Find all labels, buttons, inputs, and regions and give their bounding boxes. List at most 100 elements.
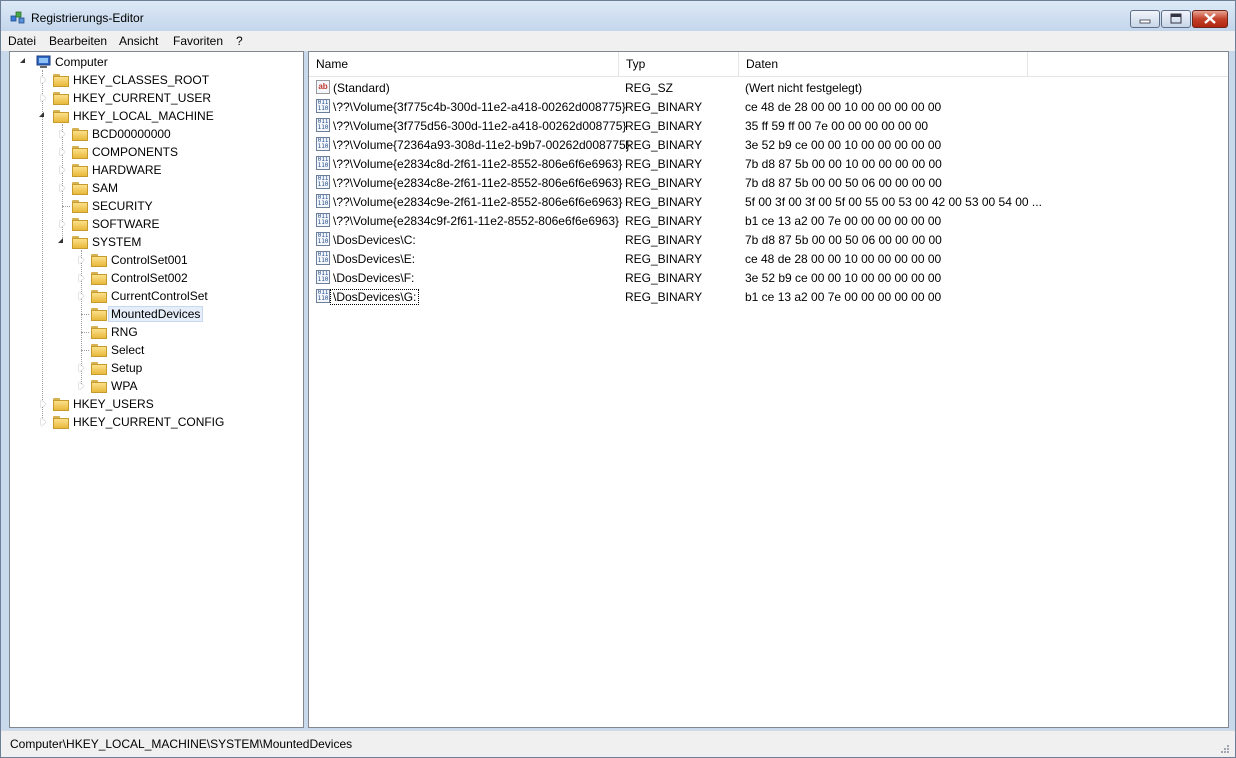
expand-arrow-icon[interactable] [79,382,84,390]
menu-bearbeiten[interactable]: Bearbeiten [49,34,107,48]
expand-arrow-icon[interactable] [41,76,46,84]
tree-item-hkey-local-machine[interactable]: HKEY_LOCAL_MACHINE [10,107,290,125]
tree-item-hkey-users[interactable]: HKEY_USERS [10,395,290,413]
value-data: 3e 52 b9 ce 00 00 10 00 00 00 00 00 [745,138,942,152]
expand-arrow-icon[interactable] [41,94,46,102]
window-title: Registrierungs-Editor [31,11,144,25]
value-row[interactable]: 011 110 \??\Volume{e2834c8e-2f61-11e2-855… [309,173,1228,192]
folder-icon [53,398,69,411]
tree-label: HKEY_CURRENT_USER [73,91,212,105]
value-row[interactable]: 011 110 \DosDevices\C: REG_BINARY 7b d8 8… [309,230,1228,249]
value-list[interactable]: Name Typ Daten ab (Standard) REG_SZ (Wer… [308,51,1229,728]
value-type: REG_BINARY [625,233,703,247]
tree-item-sam[interactable]: SAM [10,179,290,197]
value-data: b1 ce 13 a2 00 7e 00 00 00 00 00 00 [745,214,942,228]
folder-icon [72,200,88,213]
tree-item-hardware[interactable]: HARDWARE [10,161,290,179]
expand-arrow-icon[interactable] [60,166,65,174]
list-header: Name Typ Daten [309,52,1228,77]
value-type: REG_BINARY [625,290,703,304]
tree-item-controlset002[interactable]: ControlSet002 [10,269,290,287]
tree-item-security[interactable]: SECURITY [10,197,290,215]
tree-label: HARDWARE [92,163,162,177]
tree-label: HKEY_USERS [73,397,154,411]
column-header-data[interactable]: Daten [739,52,1028,76]
value-name: \??\Volume{e2834c9f-2f61-11e2-8552-806e6… [333,214,620,228]
expand-arrow-icon[interactable] [79,274,84,282]
value-name: \DosDevices\E: [333,252,416,266]
value-type: REG_BINARY [625,214,703,228]
folder-icon [72,128,88,141]
column-header-name[interactable]: Name [309,52,619,76]
value-row[interactable]: 011 110 \DosDevices\E: REG_BINARY ce 48 d… [309,249,1228,268]
title-bar[interactable]: Registrierungs-Editor [1,1,1235,31]
expand-arrow-icon[interactable] [41,418,46,426]
value-type: REG_SZ [625,81,674,95]
value-name: \??\Volume{3f775c4b-300d-11e2-a418-00262… [333,100,626,114]
menu-datei[interactable]: Datei [8,34,36,48]
menu-help[interactable]: ? [236,34,243,48]
menu-favoriten[interactable]: Favoriten [173,34,223,48]
tree-item-software[interactable]: SOFTWARE [10,215,290,233]
value-row[interactable]: 011 110 \??\Volume{3f775d56-300d-11e2-a41… [309,116,1228,135]
expand-arrow-icon[interactable] [60,148,65,156]
folder-icon [72,164,88,177]
tree-item-components[interactable]: COMPONENTS [10,143,290,161]
expand-arrow-icon[interactable] [60,220,65,228]
maximize-button[interactable] [1161,10,1191,28]
value-row[interactable]: 011 110 \??\Volume{3f775c4b-300d-11e2-a41… [309,97,1228,116]
expand-arrow-icon[interactable] [79,364,84,372]
collapse-arrow-icon[interactable] [39,112,44,117]
value-row[interactable]: 011 110 \??\Volume{e2834c9e-2f61-11e2-855… [309,192,1228,211]
tree-item-rng[interactable]: RNG [10,323,290,341]
tree-item-computer[interactable]: Computer [10,53,290,71]
value-row[interactable]: 011 110 \??\Volume{e2834c8d-2f61-11e2-855… [309,154,1228,173]
binary-value-icon: 011 110 [316,251,330,265]
column-header-type[interactable]: Typ [619,52,739,76]
value-row[interactable]: 011 110 \??\Volume{72364a93-308d-11e2-b9b… [309,135,1228,154]
folder-icon [72,182,88,195]
expand-arrow-icon[interactable] [41,400,46,408]
tree-label: Computer [55,55,108,69]
tree-label: WPA [111,379,138,393]
tree-item-currentcontrolset[interactable]: CurrentControlSet [10,287,290,305]
tree-item-hkey-current-config[interactable]: HKEY_CURRENT_CONFIG [10,413,290,431]
tree-item-setup[interactable]: Setup [10,359,290,377]
value-name: \DosDevices\G: [329,289,420,305]
menu-bar: Datei Bearbeiten Ansicht Favoriten ? [1,31,1235,51]
tree-item-mounteddevices[interactable]: MountedDevices [10,305,290,323]
key-tree[interactable]: Computer HKEY_CLASSES_ROOT HKEY_CURRENT_… [9,51,304,728]
value-row[interactable]: 011 110 \DosDevices\F: REG_BINARY 3e 52 b… [309,268,1228,287]
tree-item-hkey-current-user[interactable]: HKEY_CURRENT_USER [10,89,290,107]
tree-item-bcd00000000[interactable]: BCD00000000 [10,125,290,143]
tree-item-system[interactable]: SYSTEM [10,233,290,251]
minimize-button[interactable] [1130,10,1160,28]
menu-ansicht[interactable]: Ansicht [119,34,158,48]
value-data: (Wert nicht festgelegt) [745,81,863,95]
folder-icon [91,254,107,267]
tree-item-select[interactable]: Select [10,341,290,359]
close-button[interactable] [1192,10,1228,28]
collapse-arrow-icon[interactable] [58,238,63,243]
value-row[interactable]: ab (Standard) REG_SZ (Wert nicht festgel… [309,78,1228,97]
collapse-arrow-icon[interactable] [20,58,25,63]
value-name: \??\Volume{e2834c8d-2f61-11e2-8552-806e6… [333,157,623,171]
value-type: REG_BINARY [625,100,703,114]
value-row[interactable]: 011 110 \??\Volume{e2834c9f-2f61-11e2-855… [309,211,1228,230]
tree-item-controlset001[interactable]: ControlSet001 [10,251,290,269]
value-name: \??\Volume{e2834c9e-2f61-11e2-8552-806e6… [333,195,623,209]
tree-line [81,350,89,351]
binary-value-icon: 011 110 [316,270,330,284]
tree-item-wpa[interactable]: WPA [10,377,290,395]
expand-arrow-icon[interactable] [60,184,65,192]
tree-label: Select [111,343,145,357]
resize-grip-icon[interactable] [1219,743,1231,755]
binary-value-icon: 011 110 [316,289,330,303]
expand-arrow-icon[interactable] [79,292,84,300]
tree-item-hkey-classes-root[interactable]: HKEY_CLASSES_ROOT [10,71,290,89]
expand-arrow-icon[interactable] [60,130,65,138]
status-bar: Computer\HKEY_LOCAL_MACHINE\SYSTEM\Mount… [1,730,1235,757]
value-row[interactable]: 011 110 \DosDevices\G: REG_BINARY b1 ce 1… [309,287,1228,306]
expand-arrow-icon[interactable] [79,256,84,264]
tree-label: ControlSet002 [111,271,188,285]
